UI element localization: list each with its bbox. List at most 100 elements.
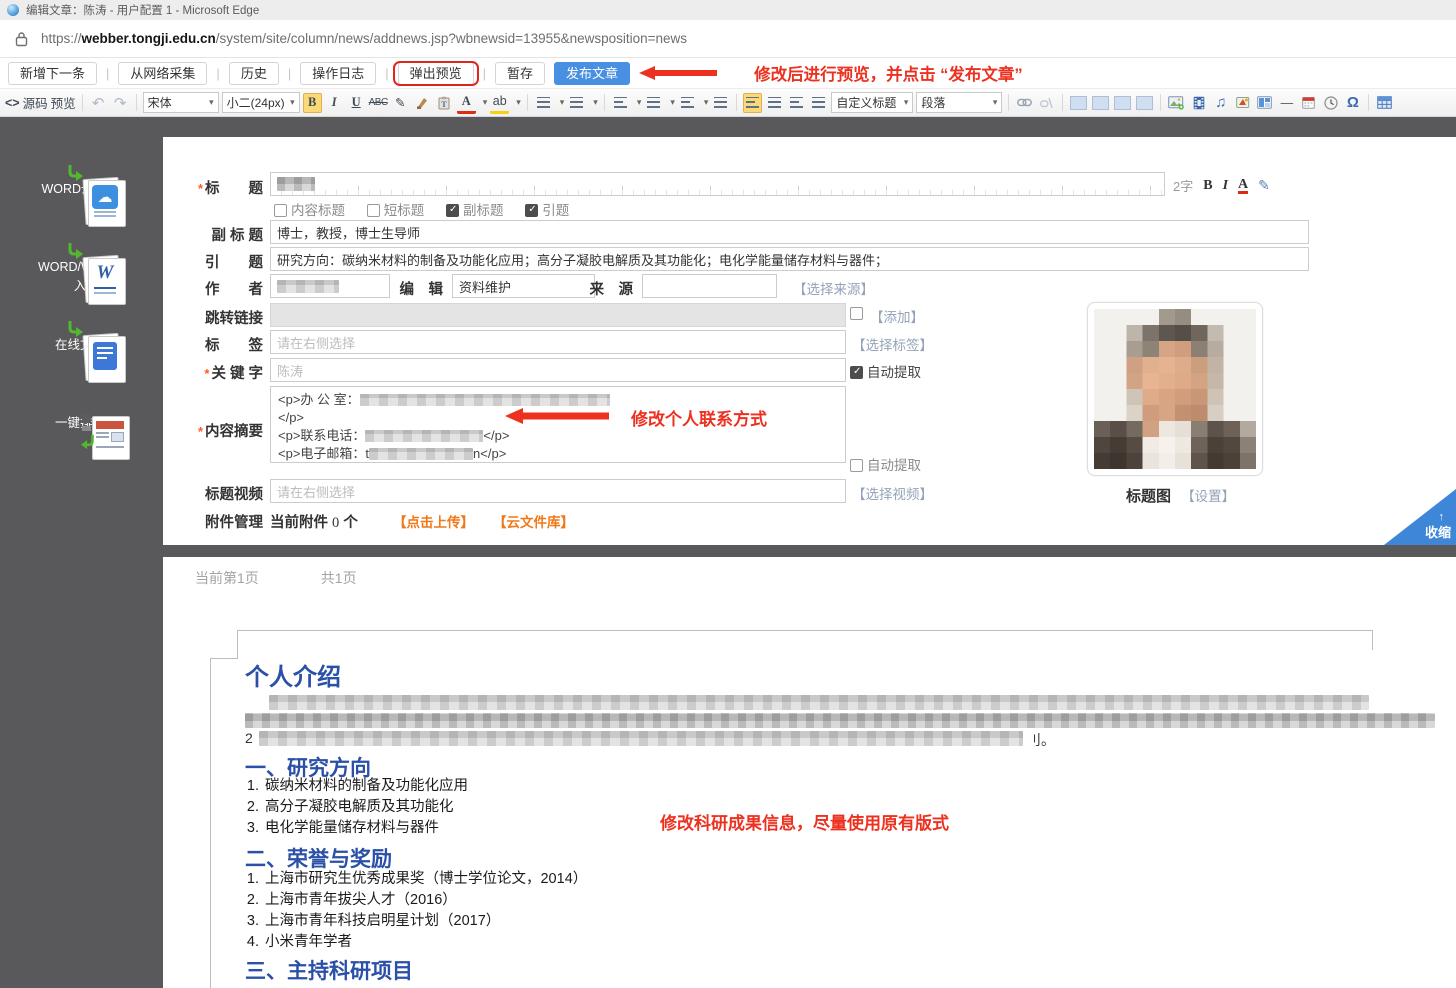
choose-video-link[interactable]: 【选择视频】 <box>852 483 933 503</box>
link-icon[interactable] <box>1015 93 1034 113</box>
new-next-button[interactable]: 新增下一条 <box>8 62 97 85</box>
underline-button[interactable]: U <box>347 93 366 113</box>
title-bold-button[interactable]: B <box>1203 178 1212 194</box>
image-align-top-icon[interactable] <box>1135 93 1154 113</box>
summary-auto-extract-checkbox[interactable] <box>850 459 863 472</box>
image-align-center-icon[interactable] <box>1091 93 1110 113</box>
image-align-right-icon[interactable] <box>1113 93 1132 113</box>
chevron-down-icon[interactable]: ▾ <box>483 97 488 108</box>
strikethrough-button[interactable]: ABC <box>369 93 388 113</box>
insert-image-icon[interactable] <box>1167 93 1186 113</box>
lead-input[interactable]: 研究方向：碳纳米材料的制备及功能化应用；高分子凝胶电解质及其功能化；电化学能量储… <box>270 247 1309 271</box>
title-image-thumbnail[interactable] <box>1087 302 1263 476</box>
url-text[interactable]: https://webber.tongji.edu.cn/system/site… <box>41 31 687 46</box>
bold-button[interactable]: B <box>303 93 322 113</box>
insert-flash-icon[interactable] <box>1233 93 1252 113</box>
chevron-down-icon[interactable]: ▾ <box>670 97 675 108</box>
video-input[interactable]: 请在右侧选择 <box>270 479 846 503</box>
title-color-button[interactable]: A <box>1238 178 1248 194</box>
tag-input[interactable]: 请在右侧选择 <box>270 330 846 354</box>
chevron-down-icon[interactable]: ▾ <box>516 97 521 108</box>
clock-icon[interactable] <box>1321 93 1340 113</box>
subtitle-input[interactable]: 博士，教授，博士生导师 <box>270 220 1309 244</box>
title-pinyin-icon[interactable]: ✎ <box>1258 177 1270 194</box>
chevron-down-icon[interactable]: ▾ <box>637 97 642 108</box>
italic-button[interactable]: I <box>325 93 344 113</box>
bullet-list-button[interactable] <box>567 93 586 113</box>
collapse-label[interactable]: 收缩 <box>1425 522 1451 541</box>
operation-log-button[interactable]: 操作日志 <box>300 62 376 85</box>
web-collect-button[interactable]: 从网络采集 <box>118 62 207 85</box>
subtitle-checkbox[interactable] <box>446 204 459 217</box>
highlight-color-button[interactable]: ab <box>490 91 509 114</box>
sidebar-item-online-doc[interactable]: 在线文档 <box>32 334 128 353</box>
browser-titlebar: 编辑文章：陈涛 - 用户配置 1 - Microsoft Edge <box>0 0 1456 20</box>
redo-icon[interactable]: ↷ <box>111 93 130 113</box>
calendar-icon[interactable] <box>1299 93 1318 113</box>
add-jump-link[interactable]: 【添加】 <box>870 306 924 326</box>
chevron-down-icon[interactable]: ▾ <box>704 97 709 108</box>
paragraph-style-select[interactable]: 段落▾ <box>916 92 1002 113</box>
jump-link-checkbox[interactable] <box>850 307 863 320</box>
address-bar[interactable]: https://webber.tongji.edu.cn/system/site… <box>0 20 1456 58</box>
page-boundary-top <box>237 630 1373 631</box>
source-input[interactable] <box>642 274 777 298</box>
undo-icon[interactable]: ↶ <box>89 93 108 113</box>
source-label: 来 源 <box>553 278 633 299</box>
popup-preview-button[interactable]: 弹出预览 <box>398 62 474 85</box>
cloud-library-link[interactable]: 【云文件库】 <box>493 511 574 531</box>
align-right-button[interactable] <box>787 93 806 113</box>
custom-heading-select[interactable]: 自定义标题▾ <box>831 92 913 113</box>
font-size-select[interactable]: 小二(24px)▾ <box>222 92 300 113</box>
set-title-image-link[interactable]: 【设置】 <box>1181 489 1235 504</box>
align-center-button[interactable] <box>765 93 784 113</box>
letter-spacing-button[interactable] <box>678 93 697 113</box>
paragraph-spacing-button[interactable] <box>644 93 663 113</box>
chevron-down-icon[interactable]: ▾ <box>593 97 598 108</box>
insert-table-icon[interactable] <box>1375 93 1394 113</box>
publish-button[interactable]: 发布文章 <box>554 62 630 85</box>
choose-source-link[interactable]: 【选择来源】 <box>793 278 874 298</box>
article-body-preview[interactable]: 当前第1页共1页 个人介绍 2 刂。 一、研究方向 碳纳米材料的制备及功能化应用… <box>163 557 1456 988</box>
pinyin-icon[interactable]: ✎ <box>391 93 410 113</box>
editor-label: 编 辑 <box>363 278 443 299</box>
align-left-button[interactable] <box>743 93 762 113</box>
paste-icon[interactable]: T <box>435 93 454 113</box>
upload-attachment-link[interactable]: 【点击上传】 <box>393 511 474 531</box>
line-height-button[interactable] <box>611 93 630 113</box>
jump-link-input[interactable] <box>270 303 846 327</box>
divider <box>1160 94 1161 111</box>
history-button[interactable]: 历史 <box>229 62 279 85</box>
special-char-icon[interactable]: Ω <box>1343 93 1362 113</box>
title-input[interactable] <box>270 172 1165 196</box>
image-align-left-icon[interactable] <box>1069 93 1088 113</box>
sidebar-item-auto-layout[interactable]: 一键排版 <box>32 412 128 431</box>
insert-columns-icon[interactable] <box>1255 93 1274 113</box>
choose-tag-link[interactable]: 【选择标签】 <box>852 334 933 354</box>
keyword-auto-extract-checkbox[interactable] <box>850 366 863 379</box>
font-color-button[interactable]: A <box>457 91 476 114</box>
ordered-list-button[interactable] <box>534 93 553 113</box>
title-italic-button[interactable]: I <box>1223 178 1228 194</box>
keyword-input[interactable]: 陈涛 <box>270 358 846 382</box>
indent-button[interactable] <box>711 93 730 113</box>
chevron-down-icon[interactable]: ▾ <box>560 97 565 108</box>
sidebar-item-word-wps-import[interactable]: W WORD/WPS导入 <box>32 256 128 294</box>
list-item: 碳纳米材料的制备及功能化应用 <box>263 776 468 797</box>
preview-button[interactable]: 预览 <box>51 93 76 113</box>
lead-checkbox[interactable] <box>525 204 538 217</box>
content-title-checkbox[interactable] <box>274 204 287 217</box>
align-justify-button[interactable] <box>809 93 828 113</box>
doc-annotation: 修改科研成果信息，尽量使用原有版式 <box>660 809 949 834</box>
horizontal-rule-icon[interactable]: — <box>1277 93 1296 113</box>
source-code-button[interactable]: 源码 <box>23 93 48 113</box>
short-title-checkbox[interactable] <box>367 204 380 217</box>
insert-video-icon[interactable] <box>1189 93 1208 113</box>
unlink-icon[interactable] <box>1037 93 1056 113</box>
save-draft-button[interactable]: 暂存 <box>495 62 545 85</box>
honors-list: 上海市研究生优秀成果奖（博士学位论文，2014） 上海市青年拔尖人才（2016）… <box>245 869 587 953</box>
sidebar-item-word-cloud-import[interactable]: ☁ WORD云导入 <box>32 178 128 197</box>
font-family-select[interactable]: 宋体▾ <box>143 92 219 113</box>
format-painter-icon[interactable] <box>413 93 432 113</box>
insert-music-icon[interactable]: ♫ <box>1211 93 1230 113</box>
